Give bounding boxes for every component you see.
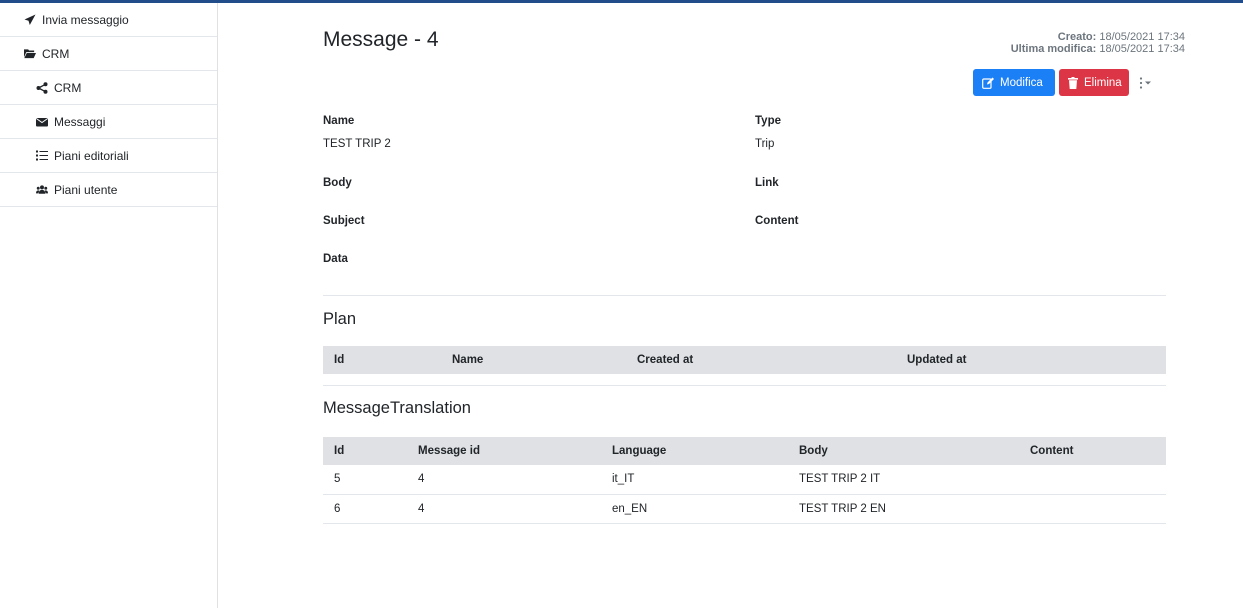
column-header[interactable]: Id bbox=[323, 346, 409, 374]
sidebar-item-crm-folder[interactable]: CRM bbox=[0, 37, 217, 71]
sidebar-item-label: Piani editoriali bbox=[54, 148, 129, 163]
sidebar-item-crm[interactable]: CRM bbox=[0, 71, 217, 105]
sidebar-item-piani-editoriali[interactable]: Piani editoriali bbox=[0, 139, 217, 173]
sidebar-item-label: CRM bbox=[54, 80, 82, 95]
table-row[interactable]: 5 4 it_IT TEST TRIP 2 IT bbox=[323, 465, 1166, 494]
share-icon bbox=[36, 81, 48, 94]
sidebar-item-label: CRM bbox=[42, 46, 70, 61]
cell-content bbox=[1019, 465, 1166, 494]
cell-language: en_EN bbox=[612, 502, 648, 515]
cell-content bbox=[1019, 494, 1166, 523]
sidebar-item-messaggi[interactable]: Messaggi bbox=[0, 105, 217, 139]
envelope-icon bbox=[36, 116, 48, 128]
main-content: Message - 4 Creato: 18/05/2021 17:34 Ult… bbox=[218, 3, 1243, 608]
table-row[interactable]: 6 4 en_EN TEST TRIP 2 EN bbox=[323, 494, 1166, 523]
link-label: Link bbox=[755, 177, 779, 189]
delete-button-label: Elimina bbox=[1084, 76, 1122, 89]
cell-message-id: 4 bbox=[418, 473, 425, 486]
column-header[interactable]: Body bbox=[788, 437, 1019, 465]
record-meta: Creato: 18/05/2021 17:34 Ultima modifica… bbox=[1011, 31, 1185, 55]
delete-button[interactable]: Elimina bbox=[1059, 69, 1129, 96]
type-value: Trip bbox=[755, 138, 775, 150]
sidebar-item-label: Invia messaggio bbox=[42, 12, 129, 27]
plan-table: Id Name Created at Updated at bbox=[323, 346, 1166, 374]
sidebar-item-piani-utente[interactable]: Piani utente bbox=[0, 173, 217, 207]
folder-open-icon bbox=[24, 48, 36, 60]
column-header[interactable]: Id bbox=[323, 437, 407, 465]
column-header[interactable]: Updated at bbox=[907, 346, 1166, 374]
column-header[interactable]: Created at bbox=[637, 346, 907, 374]
paper-plane-icon bbox=[24, 14, 36, 26]
plan-section-title: Plan bbox=[323, 310, 357, 328]
modified-value: 18/05/2021 17:34 bbox=[1099, 43, 1185, 55]
cell-language: it_IT bbox=[612, 473, 635, 486]
users-icon bbox=[36, 184, 48, 196]
cell-body: TEST TRIP 2 EN bbox=[799, 502, 886, 515]
divider bbox=[323, 385, 1166, 386]
translation-table: Id Message id Language Body Content 5 4 … bbox=[323, 437, 1166, 524]
cell-id: 6 bbox=[334, 502, 341, 515]
name-label: Name bbox=[323, 115, 355, 127]
list-icon bbox=[36, 150, 48, 162]
cell-body: TEST TRIP 2 IT bbox=[799, 473, 881, 486]
sidebar-item-label: Messaggi bbox=[54, 114, 106, 129]
created-label: Creato: bbox=[1057, 31, 1097, 43]
edit-button-label: Modifica bbox=[1000, 76, 1043, 89]
translation-table-header: Id Message id Language Body Content bbox=[323, 437, 1166, 465]
content-label: Content bbox=[755, 215, 799, 227]
trash-icon bbox=[1068, 76, 1084, 89]
name-value: TEST TRIP 2 bbox=[323, 138, 391, 150]
column-header[interactable]: Message id bbox=[407, 437, 601, 465]
created-value: 18/05/2021 17:34 bbox=[1099, 31, 1185, 43]
divider bbox=[323, 295, 1166, 296]
column-header[interactable]: Name bbox=[409, 346, 637, 374]
page-title: Message - 4 bbox=[323, 28, 439, 51]
cell-id: 5 bbox=[334, 473, 341, 486]
edit-button[interactable]: Modifica bbox=[973, 69, 1055, 96]
sidebar-item-label: Piani utente bbox=[54, 182, 118, 197]
translation-section-title: MessageTranslation bbox=[323, 399, 471, 417]
sidebar: Invia messaggio CRM CRM Messaggi Piani e… bbox=[0, 3, 218, 608]
subject-label: Subject bbox=[323, 215, 365, 227]
column-header[interactable]: Language bbox=[601, 437, 788, 465]
more-options-icon[interactable] bbox=[1138, 75, 1154, 91]
type-label: Type bbox=[755, 115, 781, 127]
modified-label: Ultima modifica: bbox=[1010, 43, 1097, 55]
data-label: Data bbox=[323, 253, 348, 265]
body-label: Body bbox=[323, 177, 352, 189]
cell-message-id: 4 bbox=[418, 502, 425, 515]
sidebar-item-invia-messaggio[interactable]: Invia messaggio bbox=[0, 3, 217, 37]
plan-table-header: Id Name Created at Updated at bbox=[323, 346, 1166, 374]
column-header[interactable]: Content bbox=[1019, 437, 1166, 465]
edit-icon bbox=[982, 77, 1000, 89]
